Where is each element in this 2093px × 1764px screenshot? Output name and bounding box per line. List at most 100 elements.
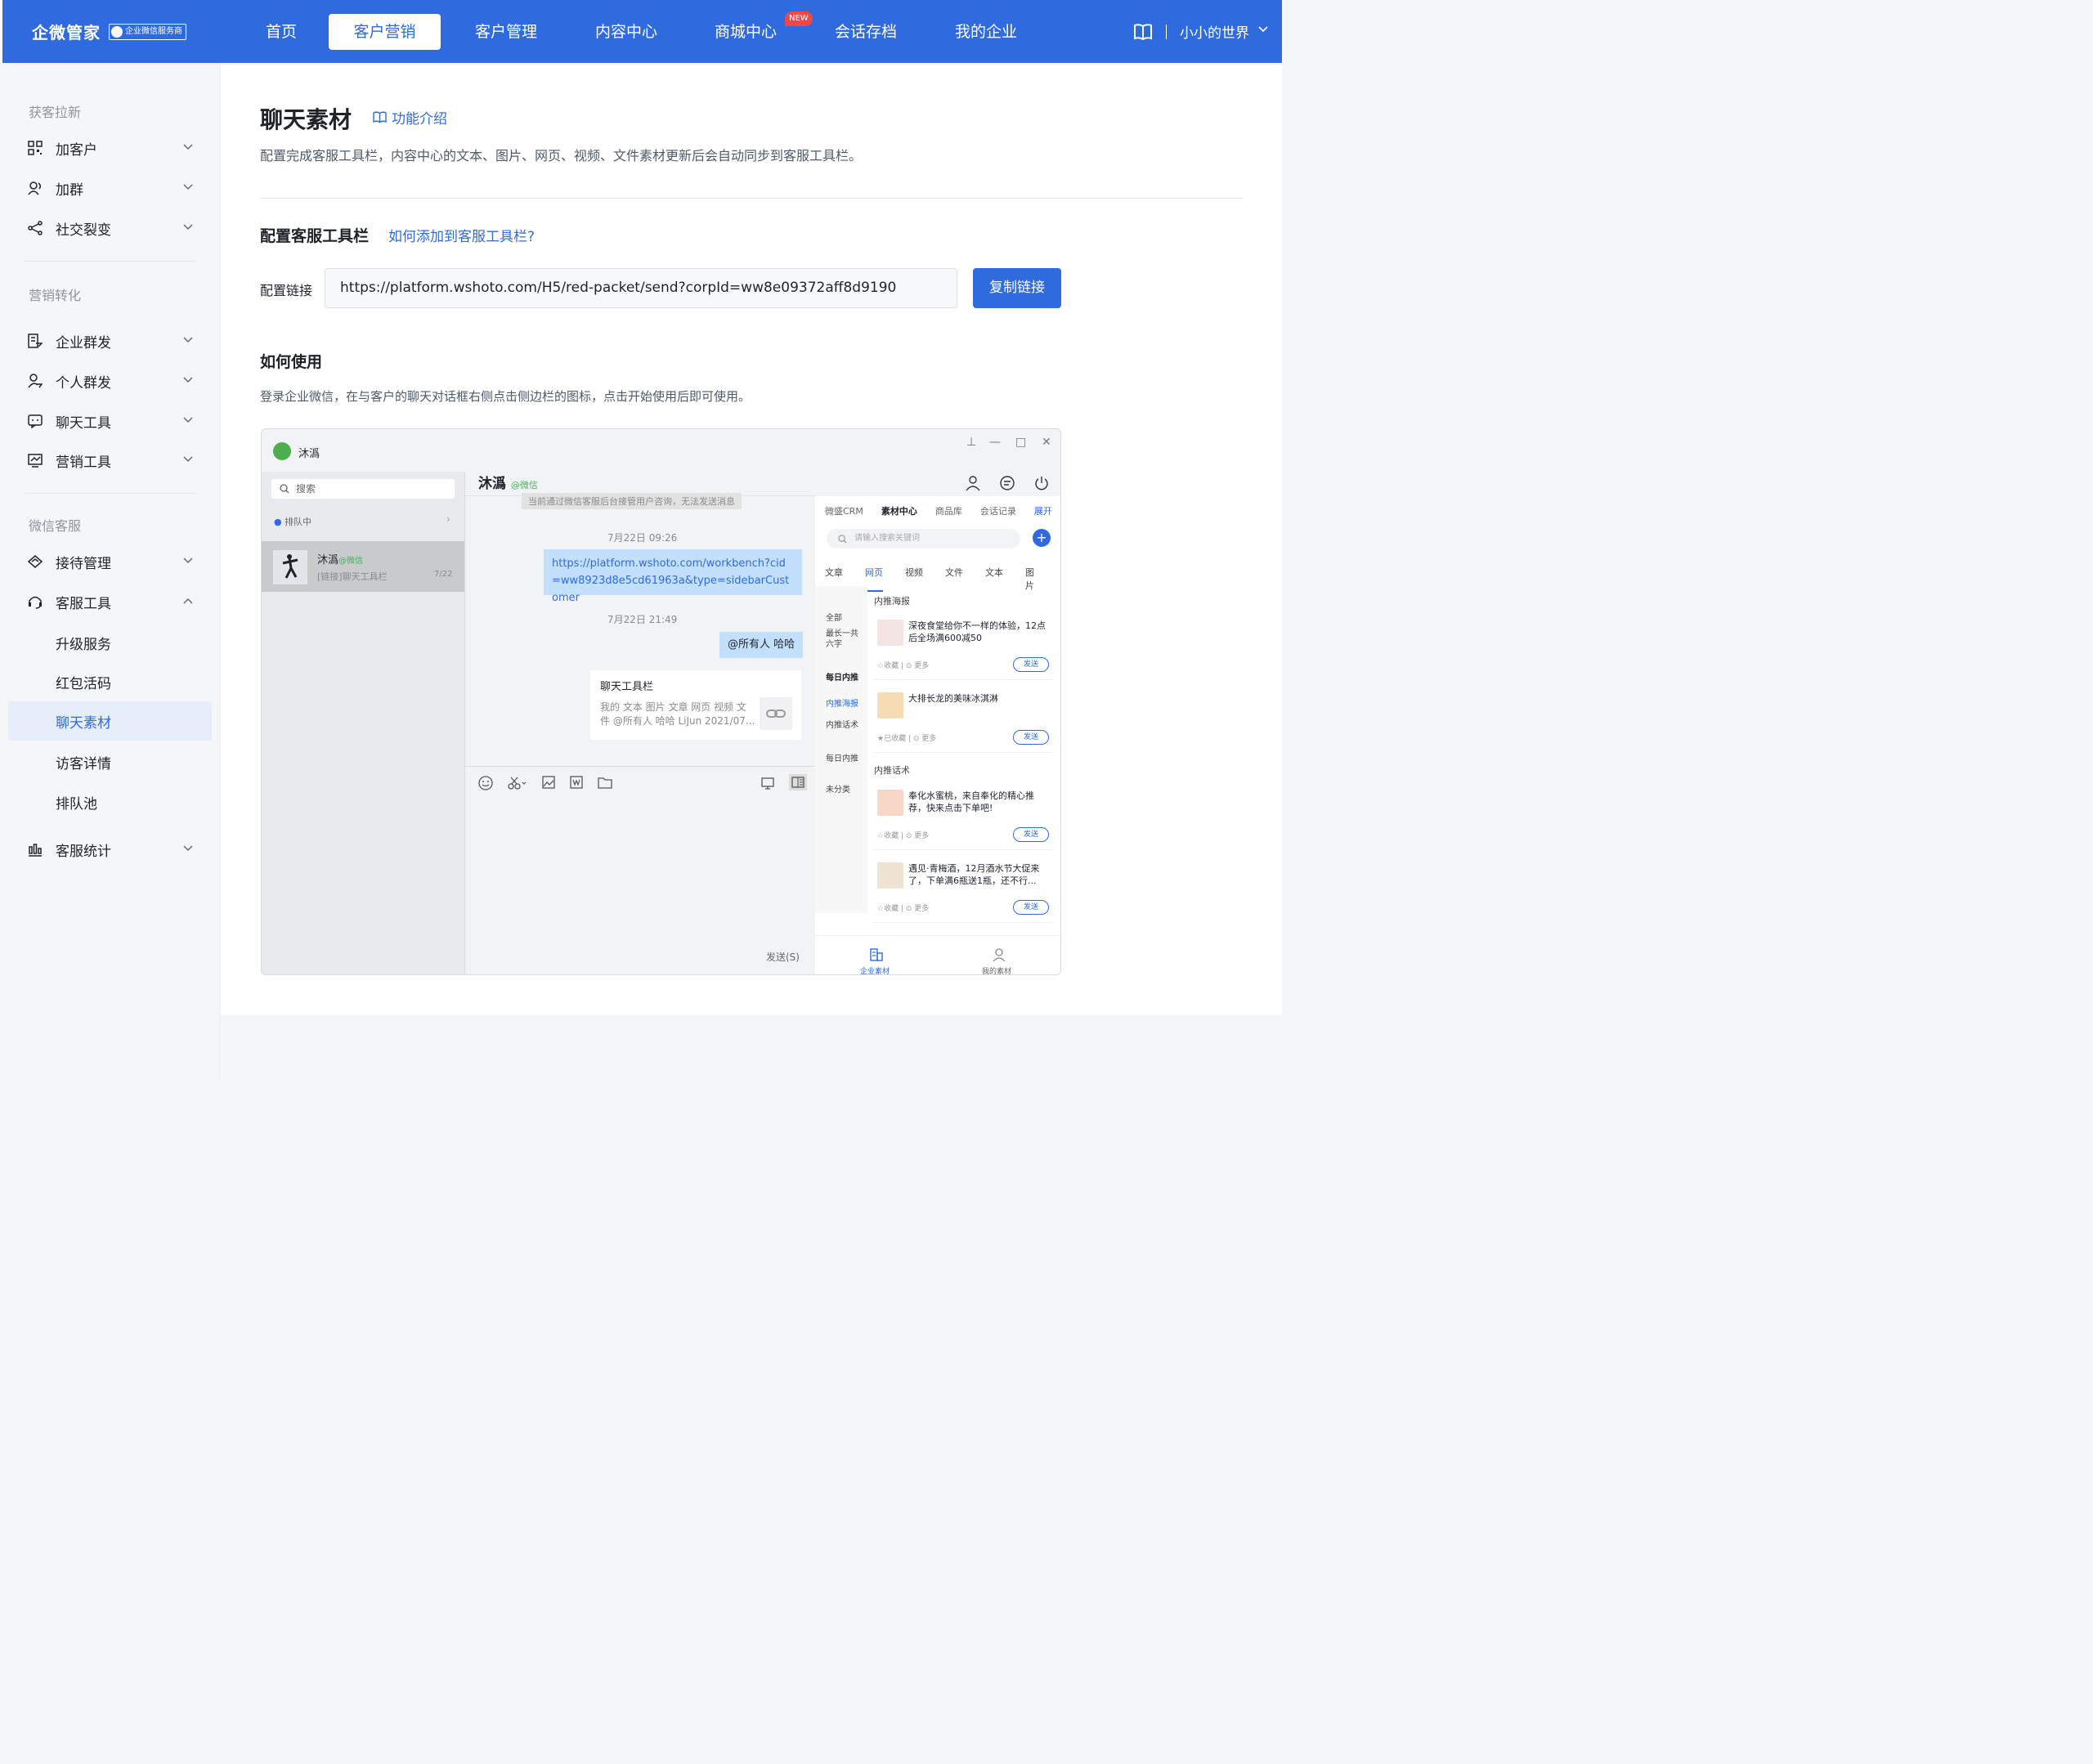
scissors-icon — [508, 777, 527, 790]
demo-chat-name: 沐潙 @微信 — [478, 476, 538, 492]
config-section-title: 配置客服工具栏 — [260, 227, 370, 245]
link-icon — [760, 697, 792, 730]
chevron-down-icon — [183, 557, 193, 564]
nav-session-archive[interactable]: 会话存档 — [833, 14, 899, 50]
demo-card-msg: 聊天工具栏 我的 文本 图片 文章 网页 视频 文件 @所有人 哈哈 LiJun… — [590, 670, 801, 740]
sidebar-divider — [25, 493, 196, 494]
demo-contact-row: 沐潙@微信 [链接]聊天工具栏 7/22 — [262, 541, 464, 592]
sidebar-item-marketing-tools[interactable]: 营销工具 — [8, 441, 212, 480]
doc-icon — [570, 776, 583, 789]
wecom-icon — [111, 26, 123, 38]
sidebar-item-label: 加客户 — [56, 141, 97, 159]
pin-icon: ⊥ — [966, 436, 977, 449]
nav-content-center[interactable]: 内容中心 — [594, 14, 659, 50]
contact-last-msg: [链接]聊天工具栏 — [317, 571, 388, 582]
feature-intro-link[interactable]: 功能介绍 — [373, 107, 447, 128]
chevron-down-icon[interactable] — [1258, 26, 1268, 33]
sidebar-item-service-stats[interactable]: 客服统计 — [8, 830, 212, 869]
demo-chat-header-icons — [965, 475, 1050, 491]
book-icon[interactable] — [1133, 23, 1153, 41]
sidebar-item-enterprise-send[interactable]: 企业群发 — [8, 321, 212, 360]
usage-description: 登录企业微信，在与客户的聊天对话框右侧点击侧边栏的图标，点击开始使用后即可使用。 — [260, 389, 751, 404]
sidebar-item-add-group[interactable]: 加群 — [8, 168, 212, 208]
sidebar-subitem-red-packet-code[interactable]: 红包活码 — [8, 662, 212, 701]
sidebar-subitem-label: 红包活码 — [56, 675, 111, 692]
demo-avatar — [273, 442, 291, 460]
sidebar-item-label: 客服统计 — [56, 843, 111, 860]
nav-customer-management[interactable]: 客户管理 — [473, 14, 539, 50]
demo-material-search: 请输入搜索关键词 — [827, 529, 1020, 548]
divider — [260, 198, 1243, 199]
demo-material-sidebar: 微盛CRM 素材中心 商品库 会话记录 展开 请输入搜索关键词 + 文章 网页 … — [815, 496, 1060, 974]
search-icon — [280, 484, 289, 494]
contact-date: 7/22 — [434, 570, 453, 579]
chevron-down-icon — [183, 417, 193, 423]
main-content: 聊天素材 功能介绍 配置完成客服工具栏，内容中心的文本、图片、网页、视频、文件素… — [221, 63, 1282, 1015]
sidebar-divider — [25, 261, 196, 262]
contact-name: 沐潙@微信 — [317, 554, 364, 566]
nav-my-enterprise[interactable]: 我的企业 — [953, 14, 1019, 50]
demo-material-item: 遇见·青梅酒，12月酒水节大促来了，下单满6瓶送1瓶，还不行... ☆收藏 | … — [874, 856, 1054, 923]
page-description: 配置完成客服工具栏，内容中心的文本、图片、网页、视频、文件素材更新后会自动同步到… — [260, 148, 863, 163]
sidebar-subitem-label: 升级服务 — [56, 636, 111, 653]
nav-home[interactable]: 首页 — [264, 14, 298, 50]
sidebar-item-label: 客服工具 — [56, 595, 111, 612]
demo-category-list: 全部 最长一共六字 每日内推 内推海报 内推话术 每日内推 未分类 — [815, 586, 867, 913]
sidebar-item-reception[interactable]: 接待管理 — [8, 542, 212, 581]
app-logo[interactable]: 企微管家 — [32, 20, 101, 43]
material-thumb — [877, 862, 903, 889]
nav-mall-center[interactable]: 商城中心 — [713, 14, 778, 50]
group-add-icon — [28, 181, 42, 195]
headset-icon — [29, 596, 42, 609]
stats-icon — [29, 844, 42, 857]
image-icon — [542, 776, 555, 789]
sidebar-item-personal-send[interactable]: 个人群发 — [8, 361, 212, 401]
sidebar-item-label: 聊天工具 — [56, 414, 111, 432]
sidebar-item-label: 加群 — [56, 181, 83, 199]
sidebar-subitem-queue-pool[interactable]: 排队池 — [8, 782, 212, 822]
search-icon — [838, 535, 847, 544]
sidebar-subitem-chat-materials[interactable]: 聊天素材 — [8, 701, 212, 741]
nav-customer-marketing[interactable]: 客户营销 — [329, 14, 441, 50]
sidebar-item-add-customer[interactable]: 加客户 — [8, 128, 212, 168]
demo-bottom-tabs: 企业素材 我的素材 — [815, 935, 1060, 974]
chevron-down-icon — [183, 845, 193, 852]
config-link-field[interactable]: https://platform.wshoto.com/H5/red-packe… — [325, 268, 957, 308]
config-help-link[interactable]: 如何添加到客服工具栏? — [388, 225, 535, 245]
sidebar-subitem-visitor-details[interactable]: 访客详情 — [8, 742, 212, 781]
sidebar-item-label: 企业群发 — [56, 334, 111, 351]
demo-link-bubble: https://platform.wshoto.com/workbench?ci… — [544, 549, 802, 604]
material-thumb — [877, 692, 903, 719]
usage-section-title: 如何使用 — [260, 353, 323, 371]
chat-tool-icon — [28, 414, 43, 428]
user-icon — [966, 476, 980, 491]
chat-bubble-icon — [1000, 476, 1015, 490]
screen-share-icon — [761, 777, 774, 790]
sidebar-subitem-upgrade-service[interactable]: 升级服务 — [8, 623, 212, 662]
sidebar-toggle-icon — [789, 774, 807, 790]
minimize-icon: — — [989, 436, 1001, 449]
divider — [1166, 25, 1167, 39]
demo-window-user: 沐潙 — [298, 448, 320, 460]
sidebar-subitem-label: 访客详情 — [56, 755, 111, 772]
sidebar-item-label: 社交裂变 — [56, 222, 111, 239]
sidebar-item-service-tools[interactable]: 客服工具 — [8, 582, 212, 621]
top-navbar: 企微管家 企业微信服务商 首页 客户营销 客户管理 内容中心 商城中心 NEW … — [0, 0, 1282, 63]
demo-input-toolbar — [478, 776, 612, 790]
demo-time: 7月22日 21:49 — [607, 614, 678, 625]
sidebar-group-wechat-service: 微信客服 — [29, 518, 82, 534]
demo-material-item: 深夜食堂给你不一样的体验，12点后全场满600减50 ☆收藏 | ⊙ 更多 发送 — [874, 613, 1054, 680]
demo-material-item: 大排长龙的美味冰淇淋 ★已收藏 | ⊙ 更多 发送 — [874, 686, 1054, 753]
demo-search: 搜索 — [271, 479, 455, 499]
copy-link-button[interactable]: 复制链接 — [973, 268, 1061, 308]
sidebar-item-social-fission[interactable]: 社交裂变 — [8, 208, 212, 248]
contact-avatar — [273, 550, 307, 584]
user-menu[interactable]: 小小的世界 — [1180, 21, 1249, 42]
demo-system-msg: 当前通过微信客服后台接管用户咨询，无法发送消息 — [522, 493, 742, 509]
sidebar-item-chat-tools[interactable]: 聊天工具 — [8, 401, 212, 441]
chevron-down-icon — [183, 184, 193, 190]
demo-chat-header: 沐潙 @微信 — [465, 429, 815, 496]
demo-time: 7月22日 09:26 — [607, 532, 678, 544]
sidebar-item-label: 个人群发 — [56, 374, 111, 392]
service-provider-badge: 企业微信服务商 — [109, 24, 186, 40]
